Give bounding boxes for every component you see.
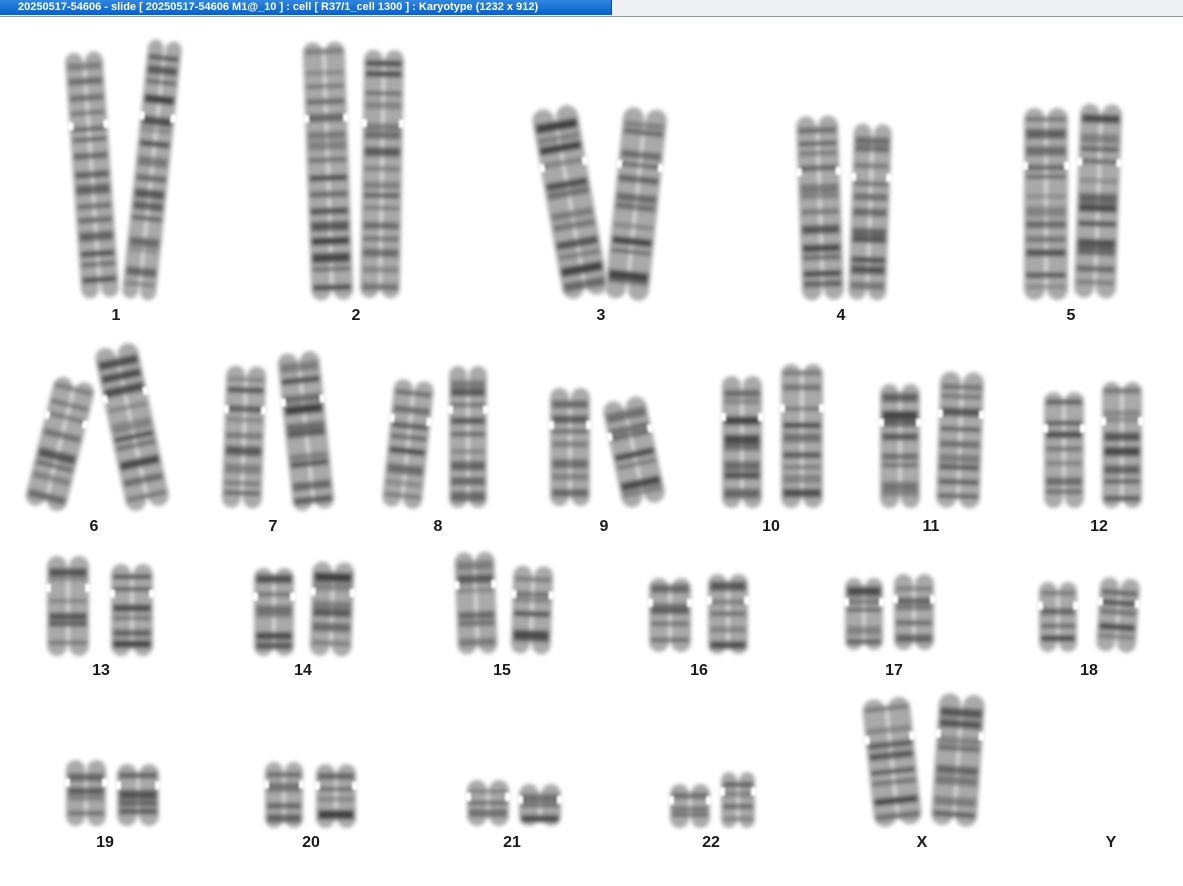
chromosome-pair-8[interactable] [379,366,489,510]
chromosome-pair-17[interactable] [843,574,936,650]
chromosome-pair-22[interactable] [668,772,757,828]
chromosome-label-16: 16 [690,662,708,679]
chromosome-2-1[interactable] [301,41,356,301]
chromosome-22-2[interactable] [719,772,757,828]
chromosome-20-2[interactable] [314,764,358,828]
chromosome-pair-16[interactable] [647,574,750,654]
chromosome-label-y: Y [1105,834,1117,851]
chromosome-label-13: 13 [92,662,110,679]
chromosome-pair-13[interactable] [45,556,155,656]
chromosome-22-1[interactable] [668,784,712,828]
chromosome-10-2[interactable] [779,364,825,508]
chromosome-9-1[interactable] [548,388,592,506]
chromosome-x-1[interactable] [859,696,924,829]
chromosome-12-2[interactable] [1100,382,1144,508]
chromosome-6-2[interactable] [91,341,172,513]
chromosome-10-1[interactable] [720,376,764,508]
chromosome-pair-14[interactable] [252,561,357,657]
chromosome-images [22,39,1144,828]
chromosome-pair-20[interactable] [263,762,358,828]
chromosome-pair-12[interactable] [1042,382,1144,508]
chromosome-label-1: 1 [111,307,121,324]
chromosome-7-1[interactable] [220,365,269,509]
chromosome-9-2[interactable] [599,394,668,510]
chromosome-pair-19[interactable] [64,760,161,826]
chromosome-21-1[interactable] [465,780,511,826]
chromosome-5-2[interactable] [1072,103,1125,299]
chromosome-pair-7[interactable] [220,350,338,512]
chromosome-label-10: 10 [762,518,780,535]
chromosome-label-19: 19 [96,834,114,851]
chromosome-label-2: 2 [351,307,361,324]
chromosome-label-22: 22 [702,834,720,851]
chromosome-18-2[interactable] [1093,577,1142,654]
chromosome-pair-21[interactable] [465,780,563,826]
chromosome-pair-10[interactable] [720,364,825,508]
chromosome-8-1[interactable] [379,378,436,510]
chromosome-4-1[interactable] [794,115,846,301]
chromosome-11-1[interactable] [878,384,922,508]
karyogram-canvas[interactable]: 1 2 3 4 5 6 7 8 9 10 11 12 13 14 15 16 17 18 19 20 21 22 X Y [0,17,1183,886]
chromosome-label-14: 14 [294,662,312,679]
chromosome-label-6: 6 [89,518,99,535]
chromosome-label-18: 18 [1080,662,1098,679]
chromosome-11-2[interactable] [934,371,987,509]
chromosome-1-2[interactable] [120,39,185,302]
chromosome-12-1[interactable] [1042,392,1086,508]
chromosome-pair-9[interactable] [548,388,669,510]
chromosome-pair-11[interactable] [878,371,986,509]
chromosome-x-2[interactable] [928,692,987,827]
chromosome-21-2[interactable] [517,784,563,826]
chromosome-18-1[interactable] [1037,582,1079,652]
chromosome-14-2[interactable] [307,561,356,657]
chromosome-8-2[interactable] [447,366,489,508]
chromosome-label-12: 12 [1090,518,1108,535]
chromosome-5-1[interactable] [1022,108,1070,300]
chromosome-pair-5[interactable] [1022,103,1124,300]
chromosome-pair-3[interactable] [529,103,670,302]
chromosome-7-2[interactable] [275,350,337,512]
chromosome-label-7: 7 [268,518,278,535]
chromosome-pair-4[interactable] [794,115,894,301]
chromosome-label-21: 21 [503,834,521,851]
chromosome-4-2[interactable] [846,123,894,301]
chromosome-label-20: 20 [302,834,320,851]
chromosome-pair-x[interactable] [859,692,987,828]
chromosome-label-15: 15 [493,662,511,679]
chromosome-17-2[interactable] [892,574,936,650]
chromosome-pair-2[interactable] [301,41,407,301]
chromosome-pair-6[interactable] [22,341,173,514]
chromosome-label-9: 9 [599,518,609,535]
chromosome-label-8: 8 [433,518,443,535]
chromosome-label-5: 5 [1066,307,1076,324]
chromosome-label-11: 11 [922,518,940,535]
chromosome-label-3: 3 [596,307,606,324]
window-title-tab[interactable]: 20250517-54606 - slide [ 20250517-54606 … [0,0,612,15]
chromosome-label-x: X [916,834,928,851]
chromosome-20-1[interactable] [263,762,305,828]
window-titlebar[interactable]: 20250517-54606 - slide [ 20250517-54606 … [0,0,1183,17]
chromosome-13-1[interactable] [45,556,91,656]
chromosome-3-2[interactable] [602,106,670,302]
chromosome-label-17: 17 [885,662,903,679]
chromosome-16-2[interactable] [706,574,750,654]
chromosome-15-2[interactable] [508,565,555,655]
chromosome-17-1[interactable] [843,578,885,650]
chromosome-1-1[interactable] [62,51,121,299]
chromosome-pair-18[interactable] [1037,577,1143,654]
chromosome-3-1[interactable] [529,103,612,301]
chromosome-13-2[interactable] [109,564,155,656]
chromosome-14-1[interactable] [252,568,296,656]
chromosome-2-2[interactable] [358,49,406,299]
chromosome-pair-1[interactable] [62,39,184,302]
chromosome-6-1[interactable] [22,374,99,513]
chromosome-19-2[interactable] [115,764,161,826]
window-title: 20250517-54606 - slide [ 20250517-54606 … [18,1,539,13]
chromosome-16-1[interactable] [647,578,693,652]
chromosome-15-1[interactable] [452,551,500,655]
chromosome-19-1[interactable] [64,760,108,826]
chromosome-label-4: 4 [836,307,846,324]
chromosome-pair-15[interactable] [452,551,555,655]
